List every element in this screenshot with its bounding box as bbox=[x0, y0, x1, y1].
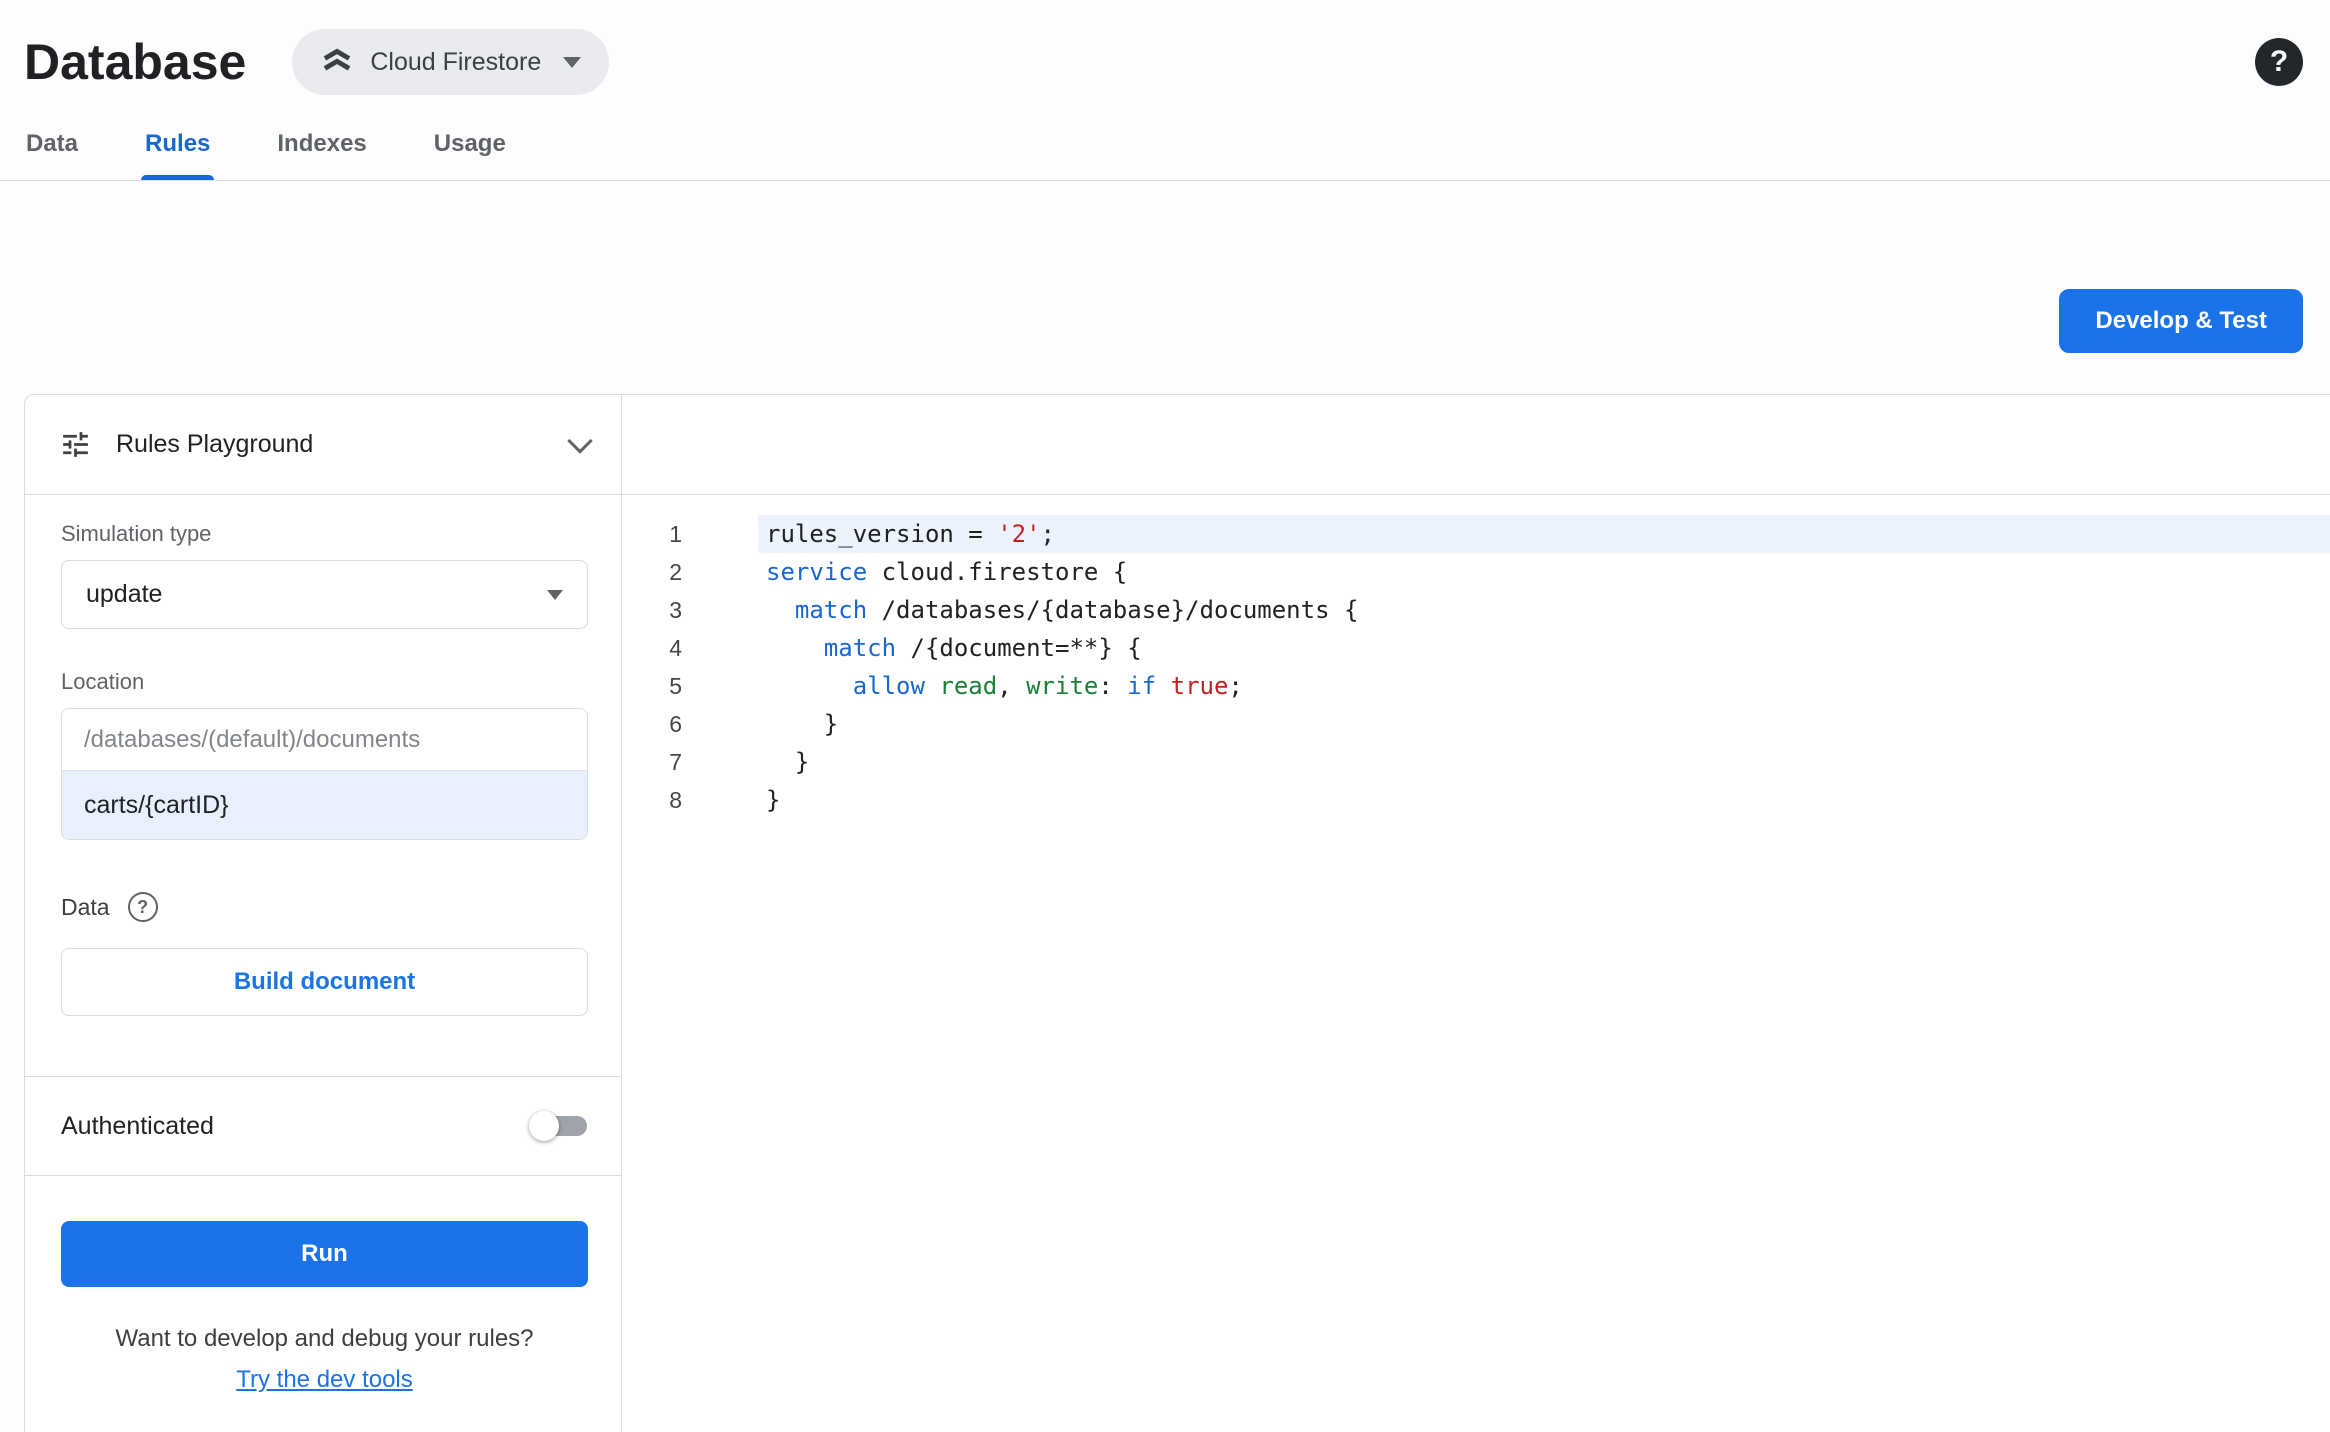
rules-code-editor[interactable]: 1 rules_version = '2'; 2 service cloud.fire… bbox=[622, 395, 2330, 1432]
rules-playground-header[interactable]: Rules Playground bbox=[25, 395, 621, 495]
code-line: 6 } bbox=[622, 705, 2330, 743]
line-number: 7 bbox=[669, 749, 682, 775]
line-number: 5 bbox=[669, 673, 682, 699]
code-line: 3 match /databases/{database}/documents … bbox=[622, 591, 2330, 629]
code-text: } bbox=[766, 786, 781, 814]
tab-bar: Data Rules Indexes Usage bbox=[0, 102, 2330, 181]
help-icon: ? bbox=[2269, 45, 2289, 78]
code-text: } bbox=[766, 710, 839, 738]
line-number: 6 bbox=[669, 711, 682, 737]
line-number: 3 bbox=[669, 597, 682, 623]
line-number: 8 bbox=[669, 787, 682, 813]
devtools-question: Want to develop and debug your rules? bbox=[115, 1325, 534, 1352]
rules-panel: Rules Playground Simulation type update … bbox=[24, 394, 2330, 1432]
develop-test-button[interactable]: Develop & Test bbox=[2059, 289, 2303, 353]
authenticated-label: Authenticated bbox=[61, 1111, 214, 1140]
line-number: 2 bbox=[669, 559, 682, 585]
code-text: match /databases/{database}/documents { bbox=[794, 596, 1359, 624]
help-button[interactable]: ? bbox=[2255, 38, 2303, 86]
code-line: 5 allow read, write: if true; bbox=[622, 667, 2330, 705]
tab-rules[interactable]: Rules bbox=[141, 102, 215, 180]
line-number: 1 bbox=[669, 521, 682, 547]
devtools-prompt: Want to develop and debug your rules? Tr… bbox=[61, 1325, 588, 1394]
page-header: Database Cloud Firestore ? bbox=[0, 0, 2330, 102]
devtools-link[interactable]: Try the dev tools bbox=[236, 1366, 413, 1394]
rules-playground-title: Rules Playground bbox=[116, 430, 314, 458]
run-section: Run Want to develop and debug your rules… bbox=[25, 1176, 621, 1394]
authenticated-toggle[interactable] bbox=[529, 1110, 587, 1142]
collapse-chevron-icon[interactable] bbox=[567, 427, 593, 454]
code-line: 4 match /{document=**} { bbox=[622, 629, 2330, 667]
tab-data[interactable]: Data bbox=[24, 102, 80, 180]
build-document-button[interactable]: Build document bbox=[61, 948, 588, 1016]
location-input[interactable] bbox=[62, 771, 587, 839]
code-text: rules_version = '2'; bbox=[758, 515, 2330, 553]
data-section-header: Data ? bbox=[61, 892, 588, 922]
help-outline-icon: ? bbox=[137, 896, 149, 917]
actions-row: Develop & Test bbox=[0, 289, 2330, 353]
code-text: allow read, write: if true; bbox=[852, 672, 1243, 700]
firestore-icon bbox=[320, 45, 354, 79]
code-text: match /{document=**} { bbox=[823, 634, 1142, 662]
line-number: 4 bbox=[669, 635, 682, 661]
toggle-thumb bbox=[529, 1111, 559, 1141]
product-selector-dropdown[interactable]: Cloud Firestore bbox=[292, 29, 610, 95]
run-button[interactable]: Run bbox=[61, 1221, 588, 1287]
code-text: } bbox=[766, 748, 810, 776]
simulation-type-label: Simulation type bbox=[61, 521, 212, 546]
location-label: Location bbox=[61, 669, 145, 694]
simulation-type-value: update bbox=[86, 580, 163, 608]
tab-indexes[interactable]: Indexes bbox=[275, 102, 368, 180]
code-lines: 1 rules_version = '2'; 2 service cloud.fire… bbox=[622, 495, 2330, 819]
simulation-type-select[interactable]: update bbox=[61, 560, 588, 629]
code-line: 7 } bbox=[622, 743, 2330, 781]
location-base-path: /databases/(default)/documents bbox=[62, 709, 587, 771]
page-title: Database bbox=[24, 34, 247, 90]
chevron-down-icon bbox=[563, 56, 582, 68]
rules-playground-sidebar: Rules Playground Simulation type update … bbox=[25, 395, 622, 1432]
data-help-button[interactable]: ? bbox=[127, 892, 158, 922]
authenticated-row: Authenticated bbox=[25, 1076, 621, 1176]
code-line: 1 rules_version = '2'; bbox=[622, 515, 2330, 553]
tab-usage[interactable]: Usage bbox=[432, 102, 508, 180]
data-label: Data bbox=[61, 893, 110, 920]
code-text: service cloud.firestore { bbox=[766, 558, 1128, 586]
editor-top-strip bbox=[622, 395, 2330, 495]
product-selector-label: Cloud Firestore bbox=[370, 47, 542, 76]
code-line: 8} bbox=[622, 781, 2330, 819]
select-arrow-icon bbox=[547, 589, 563, 600]
location-field-group: /databases/(default)/documents bbox=[61, 708, 588, 840]
playground-form: Simulation type update Location /databas… bbox=[25, 495, 621, 1076]
code-line: 2 service cloud.firestore { bbox=[622, 553, 2330, 591]
tune-icon bbox=[59, 428, 92, 461]
